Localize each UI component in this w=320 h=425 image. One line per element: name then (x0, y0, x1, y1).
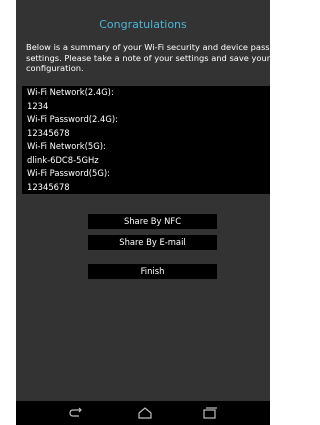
navigation-bar (16, 401, 270, 425)
wifi-network-2g-label: Wi-Fi Network(2.4G): (27, 87, 114, 97)
credentials-panel: Wi-Fi Network(2.4G): 1234 Wi-Fi Password… (22, 86, 270, 194)
wifi-password-5g-label: Wi-Fi Password(5G): (27, 168, 110, 178)
page-title: Congratulations (99, 18, 187, 31)
wifi-network-5g-label: Wi-Fi Network(5G): (27, 141, 106, 151)
setup-summary-screen: Congratulations Below is a summary of yo… (16, 0, 270, 401)
share-email-button[interactable]: Share By E-mail (88, 235, 217, 250)
wifi-password-2g-label: Wi-Fi Password(2.4G): (27, 114, 118, 124)
device-frame: Congratulations Below is a summary of yo… (16, 0, 270, 425)
share-nfc-button[interactable]: Share By NFC (88, 214, 217, 229)
wifi-password-5g-value: 12345678 (27, 181, 70, 192)
wifi-password-2g-value: 12345678 (27, 127, 70, 138)
recent-apps-icon[interactable] (201, 406, 217, 420)
finish-button[interactable]: Finish (88, 264, 217, 279)
summary-text: Below is a summary of your Wi-Fi securit… (26, 42, 270, 73)
wifi-network-5g-value: dlink-6DC8-5GHz (27, 154, 99, 165)
back-icon[interactable] (68, 406, 82, 420)
wifi-network-2g-value: 1234 (27, 100, 49, 111)
home-icon[interactable] (137, 406, 153, 420)
